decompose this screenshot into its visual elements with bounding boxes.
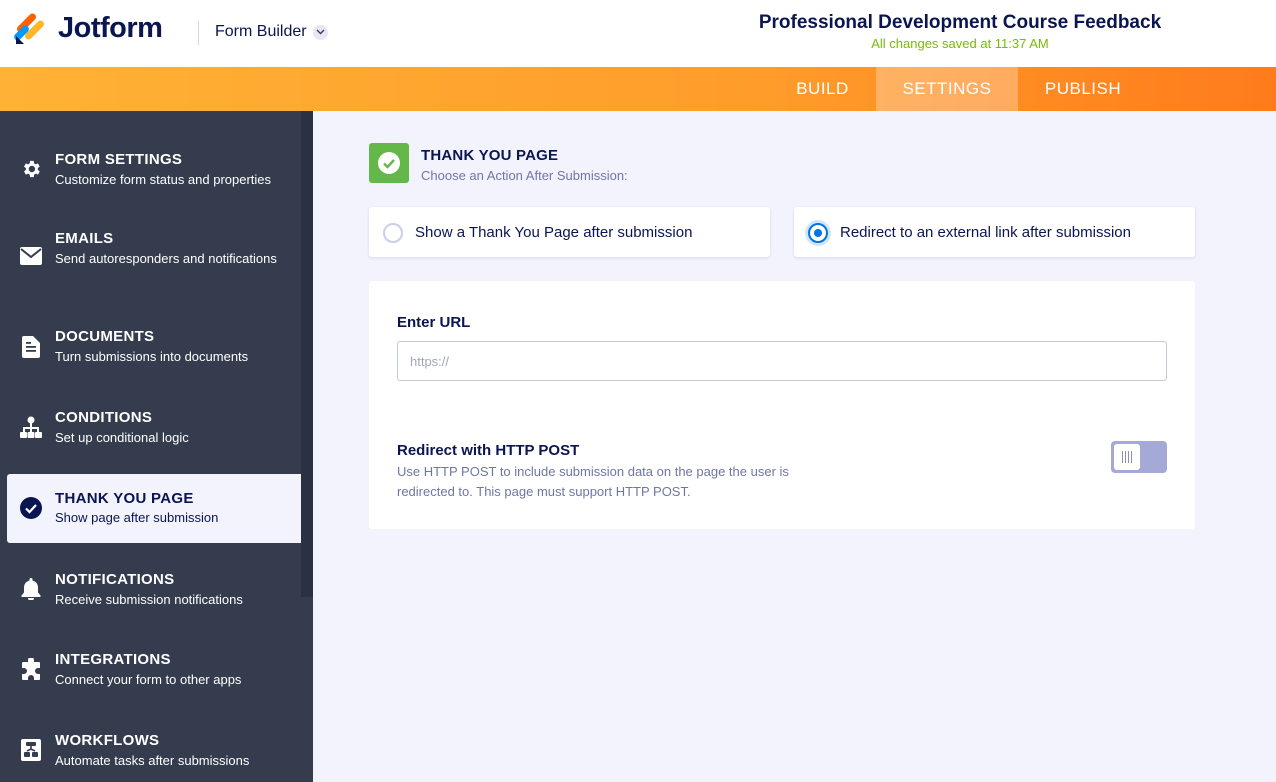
option-show-thank-you-page[interactable]: Show a Thank You Page after submission — [369, 207, 770, 257]
jotform-logo-icon[interactable] — [14, 12, 46, 46]
option-label: Show a Thank You Page after submission — [415, 224, 693, 241]
document-icon — [19, 335, 43, 359]
sidebar-item-desc: Customize form status and properties — [55, 172, 272, 187]
sidebar-item-title: EMAILS — [55, 230, 114, 247]
sidebar-item-documents[interactable]: DOCUMENTS Turn submissions into document… — [7, 317, 301, 377]
redirect-settings-card: Enter URL Redirect with HTTP POST Use HT… — [369, 281, 1195, 529]
sidebar-item-workflows[interactable]: WORKFLOWS Automate tasks after submissio… — [7, 720, 301, 780]
http-post-title: Redirect with HTTP POST — [397, 442, 580, 459]
http-post-description: Use HTTP POST to include submission data… — [397, 464, 789, 499]
sidebar-item-desc: Receive submission notifications — [55, 592, 243, 607]
sidebar-item-desc: Automate tasks after submissions — [55, 753, 250, 768]
top-header: Jotform Form Builder Professional Develo… — [0, 0, 1276, 67]
form-builder-dropdown[interactable]: Form Builder — [215, 23, 328, 41]
check-circle-icon — [19, 496, 43, 520]
settings-sidebar: FORM SETTINGS Customize form status and … — [0, 111, 313, 782]
sidebar-item-form-settings[interactable]: FORM SETTINGS Customize form status and … — [7, 139, 301, 199]
url-label: Enter URL — [397, 314, 471, 331]
builder-navbar: BUILD SETTINGS PUBLISH — [0, 67, 1276, 111]
workflow-icon — [19, 738, 43, 762]
sidebar-item-title: WORKFLOWS — [55, 732, 160, 749]
sidebar-item-title: INTEGRATIONS — [55, 651, 171, 668]
tab-build[interactable]: BUILD — [770, 67, 875, 111]
sidebar-item-title: NOTIFICATIONS — [55, 571, 175, 588]
sitemap-icon — [19, 415, 43, 439]
form-title[interactable]: Professional Development Course Feedback — [700, 12, 1220, 34]
header-divider — [198, 21, 199, 45]
envelope-icon — [19, 244, 43, 268]
sidebar-item-integrations[interactable]: INTEGRATIONS Connect your form to other … — [7, 639, 301, 699]
sidebar-item-title: CONDITIONS — [55, 409, 153, 426]
sidebar-item-title: THANK YOU PAGE — [55, 490, 194, 507]
sidebar-item-notifications[interactable]: NOTIFICATIONS Receive submission notific… — [7, 559, 301, 619]
sidebar-item-desc: Send autoresponders and notifications — [55, 251, 277, 266]
section-check-icon — [369, 143, 409, 183]
section-title: THANK YOU PAGE — [421, 147, 559, 164]
url-input[interactable] — [397, 341, 1167, 381]
sidebar-item-emails[interactable]: EMAILS Send autoresponders and notificat… — [7, 219, 301, 297]
form-builder-label: Form Builder — [215, 23, 307, 40]
section-subtitle: Choose an Action After Submission: — [421, 168, 628, 183]
http-post-toggle[interactable] — [1111, 441, 1167, 473]
sidebar-item-desc: Set up conditional logic — [55, 430, 189, 445]
bell-icon — [19, 577, 43, 601]
chevron-down-icon — [312, 24, 328, 40]
sidebar-item-desc: Turn submissions into documents — [55, 349, 249, 364]
tab-settings[interactable]: SETTINGS — [876, 67, 1018, 111]
sidebar-item-thank-you-page[interactable]: THANK YOU PAGE Show page after submissio… — [7, 474, 301, 543]
sidebar-item-title: DOCUMENTS — [55, 328, 155, 345]
brand-name[interactable]: Jotform — [58, 12, 163, 45]
sidebar-item-desc: Connect your form to other apps — [55, 672, 242, 687]
toggle-knob[interactable] — [1114, 444, 1140, 470]
option-label: Redirect to an external link after submi… — [840, 224, 1131, 241]
gear-icon — [19, 157, 43, 181]
option-redirect-external-link[interactable]: Redirect to an external link after submi… — [794, 207, 1195, 257]
saved-status: All changes saved at 11:37 AM — [871, 36, 1049, 51]
sidebar-item-conditions[interactable]: CONDITIONS Set up conditional logic — [7, 397, 301, 457]
radio-thank-you-page[interactable] — [383, 223, 403, 243]
radio-redirect-external[interactable] — [808, 223, 828, 243]
sidebar-scrollbar[interactable] — [301, 111, 313, 597]
sidebar-item-title: FORM SETTINGS — [55, 151, 183, 168]
tab-publish[interactable]: PUBLISH — [1018, 67, 1148, 111]
sidebar-item-desc: Show page after submission — [55, 510, 219, 525]
puzzle-icon — [19, 657, 43, 681]
